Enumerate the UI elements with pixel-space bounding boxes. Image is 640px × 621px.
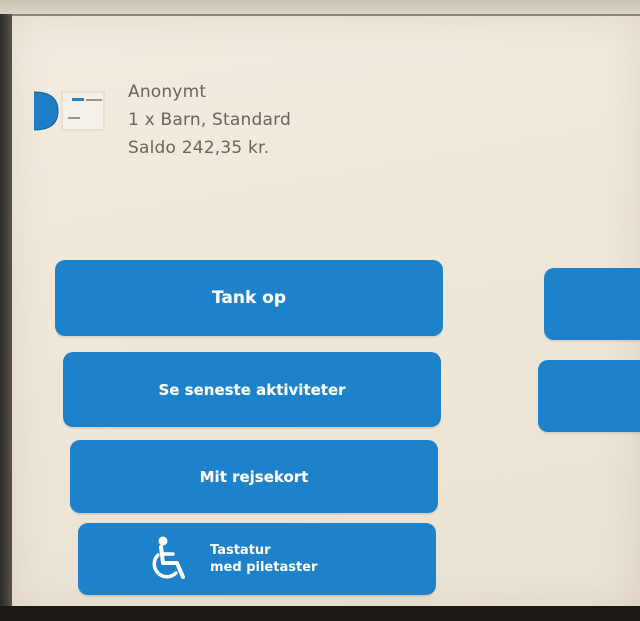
wheelchair-accessibility-icon (152, 536, 185, 579)
travel-card-icon (33, 91, 105, 131)
my-card-button[interactable]: Mit rejsekort (70, 440, 438, 513)
passenger-type: 1 x Barn, Standard (128, 110, 291, 130)
card-type: Anonymt (128, 82, 207, 102)
top-up-button[interactable]: Tank op (55, 260, 443, 336)
card-info-panel: Anonymt 1 x Barn, Standard Saldo 242,35 … (28, 78, 368, 178)
right-menu-button-2[interactable] (538, 360, 640, 432)
screen-bezel-bottom (0, 606, 640, 621)
top-up-label: Tank op (211, 288, 287, 308)
my-card-label: Mit rejsekort (199, 467, 309, 486)
right-menu-button-1[interactable] (544, 268, 640, 340)
keyboard-label-line1: Tastatur (210, 543, 271, 558)
screen-bezel-left (0, 14, 12, 614)
recent-activity-button[interactable]: Se seneste aktiviteter (63, 352, 441, 427)
keyboard-arrow-keys-button[interactable]: Tastatur med piletaster (78, 523, 436, 595)
recent-activity-label: Se seneste aktiviteter (158, 380, 346, 399)
keyboard-label-line2: med piletaster (210, 560, 318, 575)
card-balance: Saldo 242,35 kr. (128, 138, 270, 158)
